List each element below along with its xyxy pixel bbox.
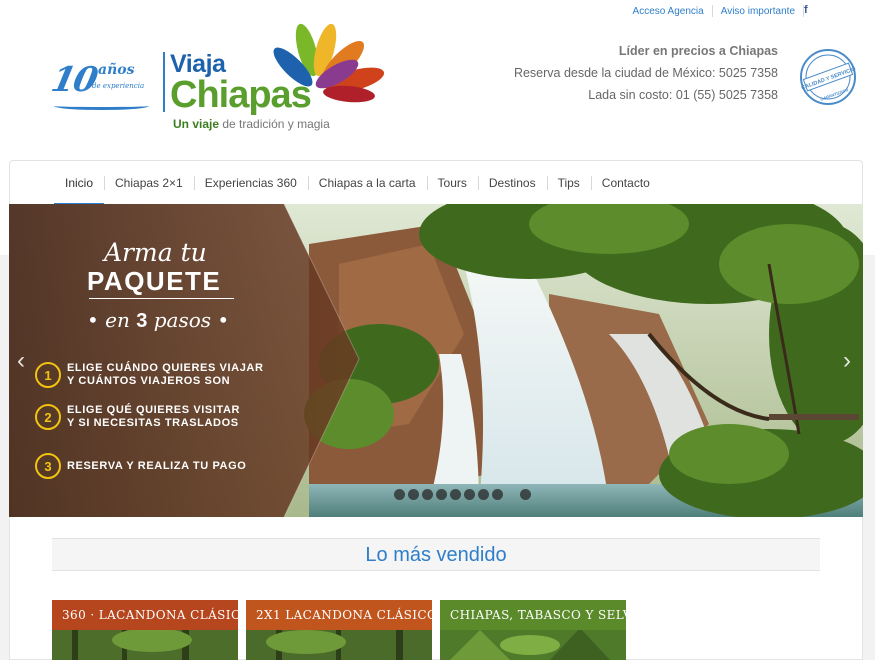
- slider-prev-arrow-icon[interactable]: ‹: [17, 347, 25, 375]
- nav-item-tours[interactable]: Tours: [426, 161, 478, 205]
- anniversary-number: 10: [47, 60, 100, 100]
- step-1-text: ELIGE CUÁNDO QUIERES VIAJAR Y CUÁNTOS VI…: [67, 362, 264, 387]
- promo-title-line3: • en 3 pasos •: [87, 308, 229, 333]
- tagline-part-a: Un viaje: [173, 117, 220, 131]
- tile-label: 360 · LACANDONA CLÁSICO: [52, 600, 238, 630]
- promo-line3-suffix: pasos •: [147, 308, 230, 332]
- promo-line3-prefix: • en: [87, 308, 137, 332]
- dot-spacer: [506, 489, 517, 500]
- best-sellers-heading: Lo más vendido: [52, 538, 820, 571]
- promo-panel: Arma tu PAQUETE • en 3 pasos • 1 ELIGE C…: [9, 204, 309, 517]
- nav-item-destinos[interactable]: Destinos: [477, 161, 547, 205]
- nav-item-inicio[interactable]: Inicio: [54, 161, 105, 205]
- tile-360-lacandona[interactable]: 360 · LACANDONA CLÁSICO: [52, 600, 238, 660]
- slider-dot-active[interactable]: [520, 489, 531, 500]
- logo-divider: [163, 52, 165, 112]
- slider-dot[interactable]: [422, 489, 433, 500]
- slider-dot[interactable]: [492, 489, 503, 500]
- tile-label: CHIAPAS, TABASCO Y SELVA 6N: [440, 600, 626, 630]
- tile-2x1-lacandona[interactable]: 2X1 LACANDONA CLÁSICO: [246, 600, 432, 660]
- step-2: 2 ELIGE QUÉ QUIERES VISITAR Y SI NECESIT…: [35, 404, 240, 430]
- tagline-part-b: de tradición y magia: [222, 117, 330, 131]
- step-2-text: ELIGE QUÉ QUIERES VISITAR Y SI NECESITAS…: [67, 404, 241, 429]
- contact-lead: Líder en precios a Chiapas: [618, 44, 778, 58]
- step-1-number: 1: [35, 362, 61, 388]
- anniversary-badge: 10 años de experiencia: [48, 60, 149, 110]
- top-links: Acceso Agencia Aviso importante: [633, 5, 812, 17]
- promo-line3-number: 3: [136, 310, 148, 332]
- swoosh-decoration: [54, 102, 149, 110]
- flower-petals-icon: [273, 23, 385, 103]
- slider-next-arrow-icon[interactable]: ›: [843, 347, 851, 375]
- nav-item-chiapas-2x1[interactable]: Chiapas 2×1: [104, 161, 194, 205]
- slider-dot[interactable]: [478, 489, 489, 500]
- nav-item-tips[interactable]: Tips: [546, 161, 591, 205]
- slider-dot[interactable]: [450, 489, 461, 500]
- promo-title-line2: PAQUETE: [87, 266, 222, 296]
- important-notice-link[interactable]: Aviso importante: [721, 6, 795, 17]
- slider-dot[interactable]: [436, 489, 447, 500]
- step-3-number: 3: [35, 453, 61, 479]
- promo-divider: [89, 298, 234, 299]
- brand-tagline: Un viaje de tradición y magia: [173, 117, 330, 131]
- step-3-text: RESERVA Y REALIZA TU PAGO: [67, 459, 247, 472]
- step-1: 1 ELIGE CUÁNDO QUIERES VIAJAR Y CUÁNTOS …: [35, 362, 264, 388]
- anniversary-word: años: [98, 62, 135, 78]
- slider-dot[interactable]: [394, 489, 405, 500]
- main-navigation: Inicio Chiapas 2×1 Experiencias 360 Chia…: [9, 160, 863, 206]
- anniversary-subtitle: de experiencia: [92, 82, 145, 90]
- contact-mexico-city-phone: Reserva desde la ciudad de México: 5025 …: [513, 66, 778, 80]
- agency-access-link[interactable]: Acceso Agencia: [633, 6, 704, 17]
- step-2-number: 2: [35, 404, 61, 430]
- facebook-icon[interactable]: f: [804, 4, 808, 16]
- slider-pagination: [394, 489, 534, 500]
- contact-toll-free-phone: Lada sin costo: 01 (55) 5025 7358: [588, 88, 778, 102]
- contact-info: Líder en precios a Chiapas Reserva desde…: [514, 40, 778, 106]
- tile-chiapas-tabasco-selva[interactable]: CHIAPAS, TABASCO Y SELVA 6N: [440, 600, 626, 660]
- nav-menu: Inicio Chiapas 2×1 Experiencias 360 Chia…: [54, 161, 661, 205]
- divider: [711, 5, 713, 17]
- hero-slider[interactable]: Arma tu PAQUETE • en 3 pasos • 1 ELIGE C…: [9, 204, 863, 517]
- svg-text:GARANTIZADO: GARANTIZADO: [820, 87, 849, 102]
- nav-item-contacto[interactable]: Contacto: [590, 161, 661, 205]
- tile-label: 2X1 LACANDONA CLÁSICO: [246, 600, 432, 630]
- site-logo[interactable]: 10 años de experiencia Viaja Chiapas Un …: [48, 22, 392, 134]
- promo-title-line1: Arma tu: [104, 238, 207, 267]
- step-3: 3 RESERVA Y REALIZA TU PAGO: [35, 453, 246, 479]
- quality-seal-icon: CALIDAD Y SERVICIO GARANTIZADO: [800, 49, 857, 105]
- slider-dot[interactable]: [408, 489, 419, 500]
- nav-item-experiencias-360[interactable]: Experiencias 360: [193, 161, 308, 205]
- nav-item-chiapas-a-la-carta[interactable]: Chiapas a la carta: [307, 161, 427, 205]
- slider-dot[interactable]: [464, 489, 475, 500]
